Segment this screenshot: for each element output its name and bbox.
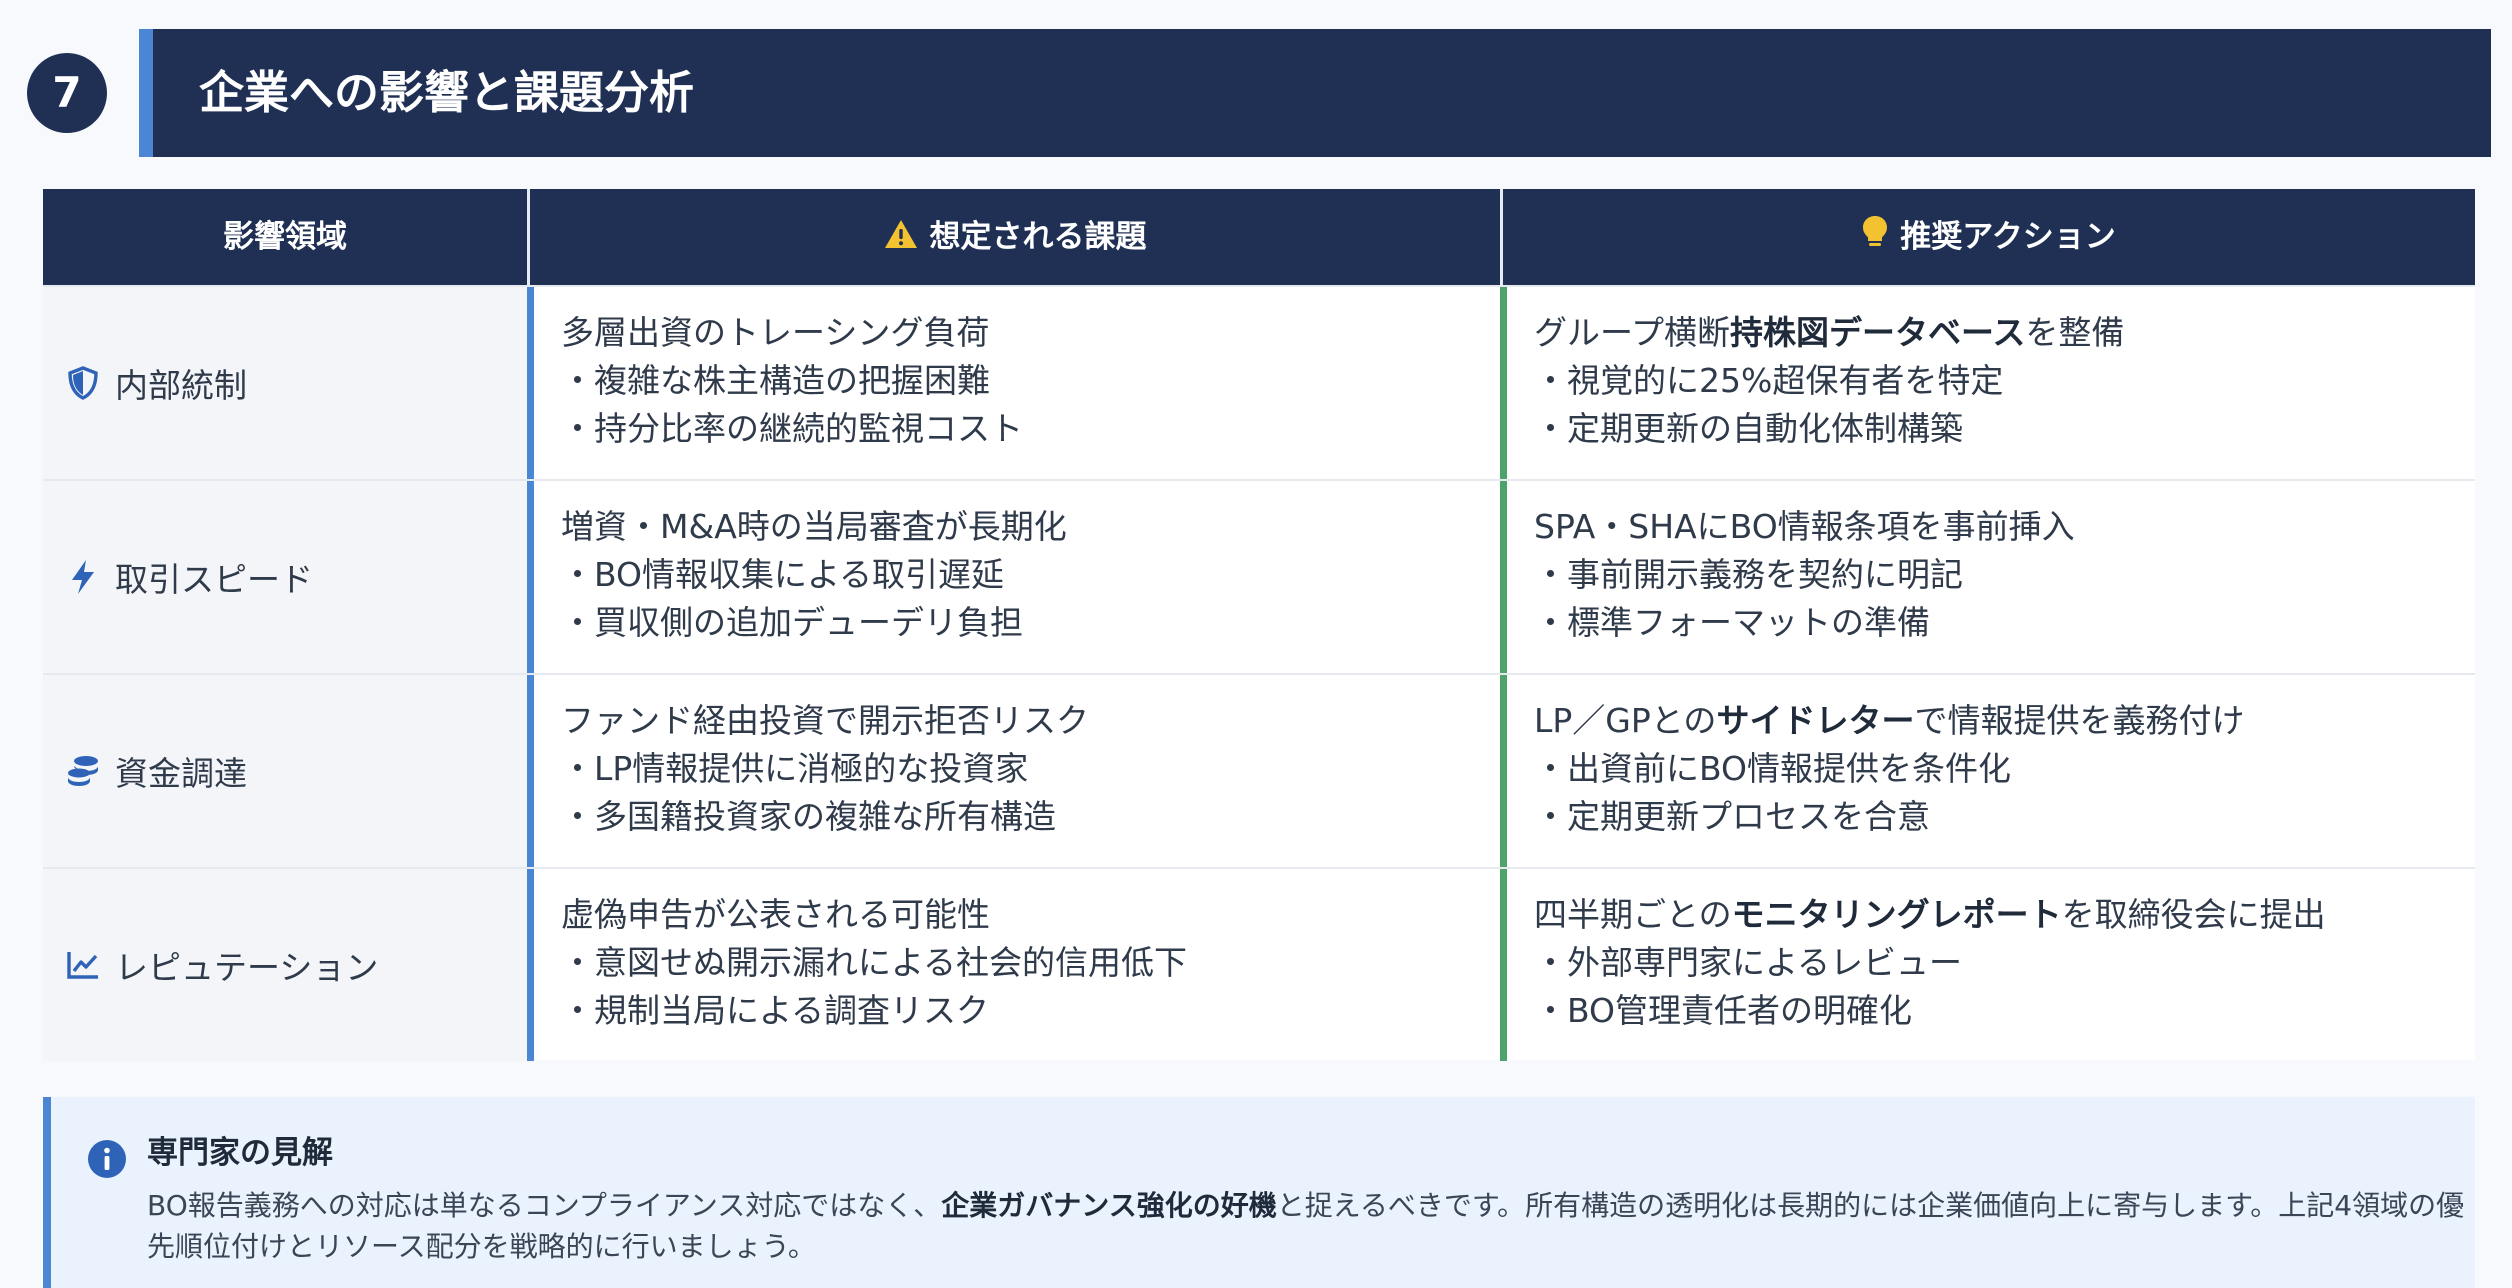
- header-area-label: 影響領域: [223, 219, 347, 255]
- issue-line: ・規制当局による調査リスク: [561, 991, 990, 1030]
- coins-icon: [65, 753, 101, 789]
- header-actions: 推奨アクション: [1503, 189, 2475, 285]
- action-cell: 四半期ごとのモニタリングレポートを取締役会に提出 ・外部専門家によるレビュー ・…: [1500, 869, 2475, 1061]
- header-issues: 想定される課題: [530, 189, 1500, 285]
- section-title-bar: 企業への影響と課題分析: [139, 29, 2491, 157]
- action-headline: グループ横断持株図データベースを整備: [1534, 313, 2125, 352]
- issue-cell: ファンド経由投資で開示拒否リスク ・LP情報提供に消極的な投資家 ・多国籍投資家…: [527, 675, 1500, 867]
- table-row: 内部統制 多層出資のトレーシング負荷 ・複雑な株主構造の把握困難 ・持分比率の継…: [43, 285, 2475, 479]
- area-cell: 内部統制: [43, 287, 527, 479]
- table-header: 影響領域 想定される課題 推奨アクション: [43, 189, 2475, 285]
- area-label: 取引スピード: [115, 560, 313, 599]
- area-cell: 資金調達: [43, 675, 527, 867]
- action-line: ・標準フォーマットの準備: [1534, 603, 1930, 642]
- action-cell: グループ横断持株図データベースを整備 ・視覚的に25%超保有者を特定 ・定期更新…: [1500, 287, 2475, 479]
- section-header: 7 企業への影響と課題分析: [0, 0, 2512, 170]
- action-headline: 四半期ごとのモニタリングレポートを取締役会に提出: [1534, 895, 2326, 934]
- action-cell: LP／GPとのサイドレターで情報提供を義務付け ・出資前にBO情報提供を条件化 …: [1500, 675, 2475, 867]
- issue-cell: 虚偽申告が公表される可能性 ・意図せぬ開示漏れによる社会的信用低下 ・規制当局に…: [527, 869, 1500, 1061]
- action-headline: SPA・SHAにBO情報条項を事前挿入: [1534, 507, 2075, 546]
- action-line: ・外部専門家によるレビュー: [1534, 943, 1963, 982]
- action-line: ・事前開示義務を契約に明記: [1534, 555, 1963, 594]
- action-headline: LP／GPとのサイドレターで情報提供を義務付け: [1534, 701, 2245, 740]
- issue-line: ファンド経由投資で開示拒否リスク: [561, 701, 1089, 740]
- area-cell: レピュテーション: [43, 869, 527, 1061]
- area-label: 資金調達: [115, 754, 247, 793]
- issue-line: 多層出資のトレーシング負荷: [561, 313, 990, 352]
- issue-line: ・持分比率の継続的監視コスト: [561, 409, 1023, 448]
- table-row: 取引スピード 増資・M&A時の当局審査が長期化 ・BO情報収集による取引遅延 ・…: [43, 479, 2475, 673]
- lightbulb-icon: [1862, 191, 1888, 287]
- action-line: ・定期更新プロセスを合意: [1534, 797, 1930, 836]
- issue-line: ・BO情報収集による取引遅延: [561, 555, 1005, 594]
- header-issues-label: 想定される課題: [929, 219, 1147, 255]
- issue-line: 虚偽申告が公表される可能性: [561, 895, 990, 934]
- issue-line: ・多国籍投資家の複雑な所有構造: [561, 797, 1056, 836]
- info-icon: [87, 1139, 127, 1179]
- lightning-icon: [65, 559, 101, 595]
- expert-insight-box: 専門家の見解 BO報告義務への対応は単なるコンプライアンス対応ではなく、企業ガバ…: [43, 1097, 2475, 1288]
- warning-icon: [884, 191, 918, 287]
- header-actions-label: 推奨アクション: [1900, 219, 2116, 255]
- table-row: 資金調達 ファンド経由投資で開示拒否リスク ・LP情報提供に消極的な投資家 ・多…: [43, 673, 2475, 867]
- action-highlight: サイドレター: [1716, 701, 1915, 740]
- action-line: ・BO管理責任者の明確化: [1534, 991, 1913, 1030]
- issue-line: ・買収側の追加デューデリ負担: [561, 603, 1023, 642]
- issue-line: 増資・M&A時の当局審査が長期化: [561, 507, 1067, 546]
- issue-line: ・意図せぬ開示漏れによる社会的信用低下: [561, 943, 1188, 982]
- insight-body: BO報告義務への対応は単なるコンプライアンス対応ではなく、企業ガバナンス強化の好…: [147, 1189, 2465, 1263]
- action-line: ・出資前にBO情報提供を条件化: [1534, 749, 2012, 788]
- action-line: ・視覚的に25%超保有者を特定: [1534, 361, 2004, 400]
- table-row: レピュテーション 虚偽申告が公表される可能性 ・意図せぬ開示漏れによる社会的信用…: [43, 867, 2475, 1061]
- action-highlight: 持株図データベース: [1730, 313, 2026, 352]
- issue-line: ・複雑な株主構造の把握困難: [561, 361, 990, 400]
- action-line: ・定期更新の自動化体制構築: [1534, 409, 1963, 448]
- impact-table: 影響領域 想定される課題 推奨アクション 内部統制 多層出資のトレーシング負荷 …: [43, 189, 2475, 1061]
- insight-highlight: 企業ガバナンス強化の好機: [941, 1189, 1277, 1222]
- issue-line: ・LP情報提供に消極的な投資家: [561, 749, 1029, 788]
- header-area: 影響領域: [43, 189, 527, 285]
- area-label: レピュテーション: [115, 948, 379, 987]
- issue-cell: 多層出資のトレーシング負荷 ・複雑な株主構造の把握困難 ・持分比率の継続的監視コ…: [527, 287, 1500, 479]
- line-chart-icon: [65, 947, 101, 983]
- section-number-badge: 7: [27, 53, 107, 133]
- area-cell: 取引スピード: [43, 481, 527, 673]
- issue-cell: 増資・M&A時の当局審査が長期化 ・BO情報収集による取引遅延 ・買収側の追加デ…: [527, 481, 1500, 673]
- section-title: 企業への影響と課題分析: [199, 66, 695, 119]
- insight-title: 専門家の見解: [147, 1135, 333, 1171]
- action-highlight: モニタリングレポート: [1731, 895, 2062, 934]
- action-cell: SPA・SHAにBO情報条項を事前挿入 ・事前開示義務を契約に明記 ・標準フォー…: [1500, 481, 2475, 673]
- shield-icon: [65, 365, 101, 401]
- area-label: 内部統制: [115, 366, 247, 405]
